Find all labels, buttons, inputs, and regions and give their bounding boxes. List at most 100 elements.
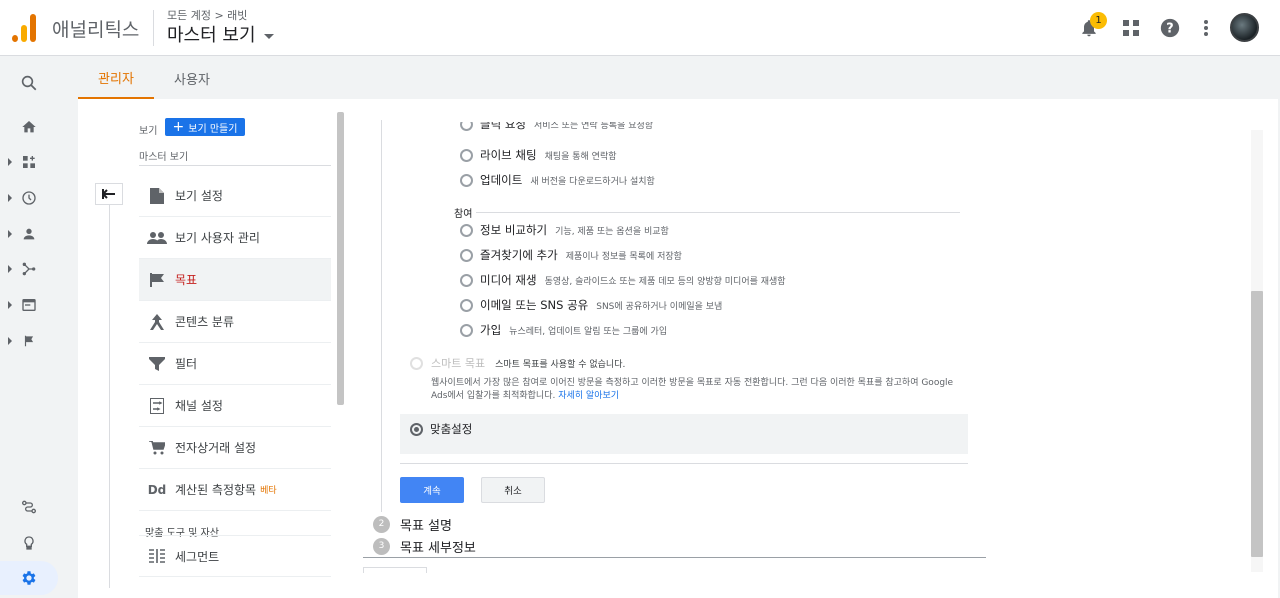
goal-option-desc: 뉴스레터, 업데이트 알림 또는 그룹에 가입	[509, 326, 668, 337]
customization-icon[interactable]	[0, 145, 58, 179]
collapse-back-button[interactable]	[95, 183, 123, 205]
goal-option-desc: SNS에 공유하거나 이메일을 보냄	[596, 301, 723, 312]
nav-item-user-management[interactable]: 보기 사용자 관리	[139, 217, 331, 259]
nav-item-label: 전자상거래 설정	[175, 441, 257, 455]
nav-item-content-grouping[interactable]: 콘텐츠 분류	[139, 301, 331, 343]
tab-user[interactable]: 사용자	[154, 57, 230, 99]
step-line	[381, 120, 382, 512]
steps-divider	[363, 557, 986, 558]
behavior-icon[interactable]	[0, 288, 58, 322]
nav-item-channel-settings[interactable]: 채널 설정	[139, 385, 331, 427]
radio-button[interactable]	[460, 148, 473, 162]
partial-button[interactable]	[363, 567, 427, 573]
dd-icon: Dd	[147, 482, 167, 497]
content-grouping-icon	[139, 313, 175, 330]
group-divider	[476, 212, 960, 213]
step-goal-details[interactable]: 3 목표 세부정보	[373, 536, 476, 556]
step-goal-description[interactable]: 2 목표 설명	[373, 514, 452, 534]
goal-option-desc: 새 버전을 다운로드하거나 설치함	[530, 176, 655, 187]
goal-option-signup[interactable]: 가입 뉴스레터, 업데이트 알림 또는 그룹에 가입	[460, 320, 667, 340]
goal-option-partial[interactable]: 클릭 요청 서비스 또는 연락 등록을 요청함	[460, 122, 653, 134]
account-avatar[interactable]	[1230, 13, 1259, 42]
goal-option-media-play[interactable]: 미디어 재생 동영상, 슬라이드쇼 또는 제품 데모 등의 양방향 미디어를 재…	[460, 270, 786, 290]
svg-text:?: ?	[1166, 22, 1173, 37]
home-icon[interactable]	[0, 110, 58, 144]
admin-tabs: 관리자 사용자	[78, 57, 1278, 99]
nav-item-view-settings[interactable]: 보기 설정	[139, 175, 331, 217]
attribution-icon[interactable]	[0, 490, 58, 524]
nav-item-label: 목표	[175, 273, 198, 287]
goal-option-name: 이메일 또는 SNS 공유	[480, 298, 589, 312]
create-view-button[interactable]: + 보기 만들기	[165, 118, 245, 136]
radio-button[interactable]	[460, 173, 473, 187]
conversions-flag-icon[interactable]	[0, 324, 58, 358]
goal-option-name: 업데이트	[480, 173, 523, 187]
radio-button[interactable]	[460, 223, 473, 237]
filter-funnel-icon	[139, 356, 175, 371]
search-icon[interactable]	[0, 66, 58, 100]
goal-option-name: 라이브 채팅	[480, 148, 537, 162]
left-rail	[0, 57, 58, 598]
nav-item-label: 보기 설정	[175, 189, 223, 203]
admin-gear-icon[interactable]	[0, 561, 58, 595]
engagement-group-label: 참여	[454, 209, 473, 220]
goal-option-favorites[interactable]: 즐겨찾기에 추가 제품이나 정보를 목록에 저장함	[460, 245, 682, 265]
nav-item-label: 채널 설정	[175, 399, 223, 413]
acquisition-icon[interactable]	[0, 252, 58, 286]
smart-goal-option: 스마트 목표 스마트 목표를 사용할 수 없습니다. 웹사이트에서 가장 많은 …	[410, 355, 970, 403]
nav-item-segments[interactable]: 세그먼트	[139, 535, 331, 577]
step-label: 목표 설명	[400, 518, 452, 534]
realtime-clock-icon[interactable]	[0, 181, 58, 215]
radio-button-disabled	[410, 356, 423, 370]
nav-item-ecommerce-settings[interactable]: 전자상거래 설정	[139, 427, 331, 469]
partially-visible-option: 클릭 요청 서비스 또는 연락 등록을 요청함	[440, 122, 960, 136]
help-icon[interactable]: ?	[1158, 16, 1182, 40]
view-title: 마스터 보기	[167, 25, 256, 46]
goal-option-compare[interactable]: 정보 비교하기 기능, 제품 또는 옵션을 비교함	[460, 220, 669, 240]
goal-option-custom[interactable]: 맞춤설정	[410, 419, 480, 439]
cancel-button[interactable]: 취소	[481, 477, 545, 503]
radio-button[interactable]	[460, 122, 473, 131]
goal-option-name: 정보 비교하기	[480, 223, 548, 237]
radio-button[interactable]	[460, 298, 473, 312]
radio-button[interactable]	[460, 248, 473, 262]
goal-option-share[interactable]: 이메일 또는 SNS 공유 SNS에 공유하거나 이메일을 보냄	[460, 295, 722, 315]
radio-button[interactable]	[460, 323, 473, 337]
channel-settings-icon	[139, 397, 175, 414]
insights-lightbulb-icon[interactable]	[0, 526, 58, 560]
nav-scrollbar[interactable]	[337, 112, 344, 405]
nav-item-calculated-metrics[interactable]: Dd 계산된 측정항목 베타	[139, 469, 331, 511]
step-label: 목표 세부정보	[400, 540, 476, 556]
more-vert-icon[interactable]	[1194, 16, 1218, 40]
apps-grid-icon[interactable]	[1119, 16, 1143, 40]
goal-option-desc: 채팅을 통해 연락함	[544, 151, 617, 162]
continue-button[interactable]: 계속	[400, 477, 464, 503]
smart-goal-description: 웹사이트에서 가장 많은 참여로 이어진 방문을 측정하고 이러한 방문을 목표…	[431, 378, 954, 401]
view-selector[interactable]: 마스터 보기	[167, 21, 274, 47]
radio-button-checked[interactable]	[410, 422, 423, 436]
nav-item-filters[interactable]: 필터	[139, 343, 331, 385]
create-view-label: 보기 만들기	[188, 123, 238, 135]
people-icon	[139, 231, 175, 244]
header-divider	[153, 10, 154, 46]
goal-option-desc: 기능, 제품 또는 옵션을 비교함	[555, 226, 669, 237]
app-name[interactable]: 애널리틱스	[52, 15, 139, 42]
current-view-name[interactable]: 마스터 보기	[139, 148, 188, 163]
nav-item-label: 보기 사용자 관리	[175, 231, 260, 245]
goal-option-live-chat[interactable]: 라이브 채팅 채팅을 통해 연락함	[460, 145, 617, 165]
beta-badge: 베타	[260, 486, 277, 496]
main-scrollbar[interactable]	[1251, 291, 1263, 557]
tab-admin[interactable]: 관리자	[78, 57, 154, 99]
nav-item-goals[interactable]: 목표	[139, 259, 331, 301]
goal-option-desc: 제품이나 정보를 목록에 저장함	[565, 251, 682, 262]
radio-button[interactable]	[460, 273, 473, 287]
step-number: 2	[373, 515, 390, 533]
learn-more-link[interactable]: 자세히 알아보기	[558, 391, 619, 401]
analytics-logo-icon[interactable]	[12, 14, 36, 42]
audience-person-icon[interactable]	[0, 217, 58, 251]
nav-divider	[139, 165, 331, 166]
goal-option-name: 맞춤설정	[430, 422, 473, 436]
goal-option-desc: 동영상, 슬라이드쇼 또는 제품 데모 등의 양방향 미디어를 재생함	[544, 276, 786, 287]
caret-down-icon	[263, 33, 274, 39]
goal-option-update[interactable]: 업데이트 새 버전을 다운로드하거나 설치함	[460, 170, 655, 190]
